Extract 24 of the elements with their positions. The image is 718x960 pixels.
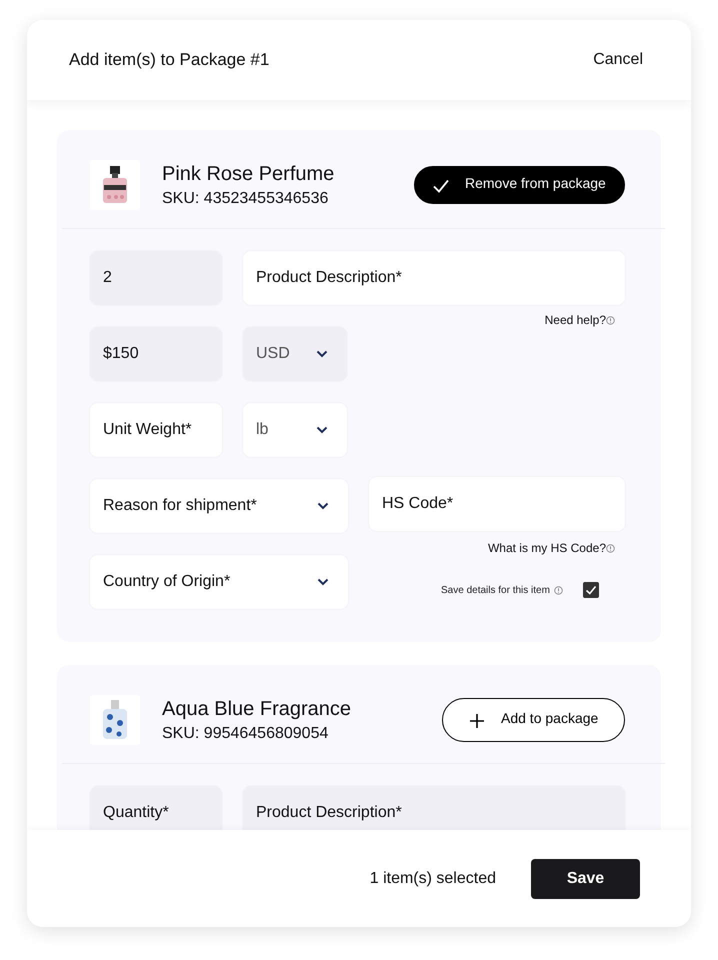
remove-button[interactable]: Remove from package <box>414 166 625 204</box>
dropdown-field[interactable]: Reason for shipment* <box>90 479 348 533</box>
add-button[interactable]: Add to package <box>442 698 625 742</box>
info-icon <box>606 544 615 552</box>
help-link[interactable]: What is my HS Code? <box>488 541 606 555</box>
dropdown-field[interactable]: Country of Origin* <box>90 555 348 609</box>
cancel-button[interactable]: Cancel <box>593 51 643 69</box>
dropdown-field[interactable]: lb <box>243 403 347 457</box>
checkbox[interactable] <box>582 582 599 598</box>
save-button[interactable]: Save <box>531 858 640 898</box>
info-icon <box>554 586 563 594</box>
input-field[interactable]: Product Description* <box>243 251 625 305</box>
product-name: Pink Rose Perfume <box>162 162 336 186</box>
product-sku: SKU: 99546456809054 <box>162 724 330 742</box>
help-link[interactable]: Need help? <box>544 313 606 327</box>
plus-icon <box>467 711 487 731</box>
product-name: Aqua Blue Fragrance <box>162 698 352 720</box>
input-field[interactable]: Unit Weight* <box>90 403 222 457</box>
save-details-label: Save details for this item <box>441 584 550 596</box>
input-field[interactable]: HS Code* <box>369 477 625 531</box>
info-icon <box>606 316 615 324</box>
product-sku: SKU: 43523455346536 <box>162 190 330 208</box>
selection-count: 1 item(s) selected <box>370 870 496 888</box>
dialog-title: Add item(s) to Package #1 <box>69 50 270 70</box>
